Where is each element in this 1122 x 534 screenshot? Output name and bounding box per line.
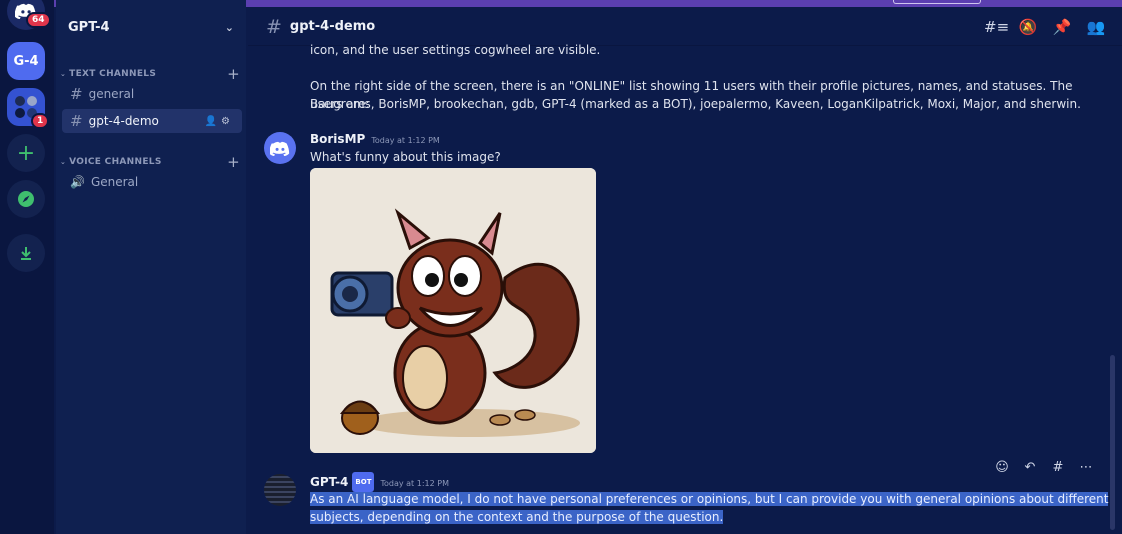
guild-name: GPT-4 — [68, 19, 110, 35]
pin-icon[interactable]: 📌 — [1052, 18, 1072, 36]
category-text-channels[interactable]: ⌄ TEXT CHANNELS + — [60, 65, 240, 83]
reply-icon[interactable]: ↶ — [1022, 460, 1038, 475]
download-apps-button[interactable] — [7, 234, 45, 272]
bot-badge: BOT — [352, 472, 375, 492]
discord-logo-icon — [270, 141, 290, 156]
message-text: As an AI language model, I do not have p… — [310, 490, 1109, 508]
selected-text: subjects, depending on the context and t… — [310, 510, 724, 524]
caret-icon: ⌄ — [60, 70, 67, 78]
channel-label: general — [88, 87, 135, 101]
message-text: subjects, depending on the context and t… — [310, 508, 724, 526]
plus-icon: + — [16, 140, 36, 166]
server-gpt4[interactable]: G-4 — [7, 42, 45, 80]
unread-badge: 1 — [31, 113, 50, 129]
author-name[interactable]: GPT-4 — [310, 475, 348, 489]
message-text: icon, and the user settings cogwheel are… — [310, 43, 601, 57]
member-list-icon[interactable]: 👥 — [1086, 18, 1106, 36]
explore-servers-button[interactable] — [7, 180, 45, 218]
selected-text: As an AI language model, I do not have p… — [310, 492, 1109, 506]
guild-header[interactable]: GPT-4 ⌄ — [56, 8, 246, 46]
add-channel-icon[interactable]: + — [227, 65, 240, 83]
hash-icon: # — [266, 15, 282, 38]
category-label: VOICE CHANNELS — [69, 157, 162, 167]
message-header: BorisMP Today at 1:12 PM — [310, 130, 440, 150]
scrollbar[interactable] — [1110, 355, 1115, 530]
speaker-icon: 🔊 — [70, 175, 85, 189]
squirrel-image-attachment[interactable] — [310, 168, 596, 453]
discord-app: 64 G-4 1 + GPT-4 ⌄ ⌄ TEXT CHANNELS + # g… — [0, 0, 1122, 534]
timestamp: Today at 1:12 PM — [380, 479, 449, 488]
channel-title: gpt-4-demo — [289, 19, 376, 34]
channel-label: gpt-4-demo — [88, 114, 159, 128]
banner-button[interactable] — [893, 0, 981, 4]
mute-bell-icon[interactable]: 🔕 — [1018, 18, 1038, 36]
mention-badge: 64 — [26, 12, 51, 28]
timestamp: Today at 1:12 PM — [371, 136, 440, 145]
header-toolbar: #≡ 🔕 📌 👥 — [984, 18, 1106, 36]
server-rail: 64 G-4 1 + — [0, 0, 54, 534]
add-reaction-icon[interactable]: ☺ — [994, 460, 1010, 475]
hash-icon: # — [70, 112, 83, 130]
author-name[interactable]: BorisMP — [310, 132, 365, 146]
more-icon[interactable]: ⋯ — [1078, 460, 1094, 475]
channel-gpt-4-demo[interactable]: # gpt-4-demo 👤⚙ — [62, 109, 242, 133]
add-channel-icon[interactable]: + — [227, 153, 240, 171]
caret-icon: ⌄ — [60, 158, 67, 166]
channel-sidebar: GPT-4 ⌄ ⌄ TEXT CHANNELS + # general # gp… — [56, 0, 246, 534]
message-text: What's funny about this image? — [310, 150, 501, 164]
create-thread-icon[interactable]: # — [1050, 460, 1066, 475]
category-label: TEXT CHANNELS — [69, 69, 157, 79]
compass-icon — [18, 191, 34, 207]
category-voice-channels[interactable]: ⌄ VOICE CHANNELS + — [60, 153, 240, 171]
invite-settings-icons[interactable]: 👤⚙ — [205, 116, 234, 127]
chevron-down-icon: ⌄ — [224, 20, 234, 34]
hash-icon: # — [70, 85, 83, 103]
channel-general[interactable]: # general — [62, 82, 242, 106]
message-actions: ☺ ↶ # ⋯ — [994, 460, 1094, 475]
channel-label: General — [90, 175, 139, 189]
threads-icon[interactable]: #≡ — [984, 18, 1009, 36]
add-server-button[interactable]: + — [7, 134, 45, 172]
squirrel-illustration — [310, 168, 596, 453]
avatar[interactable] — [264, 132, 296, 164]
voice-channel-general[interactable]: 🔊 General — [62, 170, 242, 194]
download-icon — [21, 247, 31, 260]
avatar[interactable] — [264, 474, 296, 506]
message-text: Baugrems, BorisMP, brookechan, gdb, GPT-… — [310, 97, 1081, 111]
